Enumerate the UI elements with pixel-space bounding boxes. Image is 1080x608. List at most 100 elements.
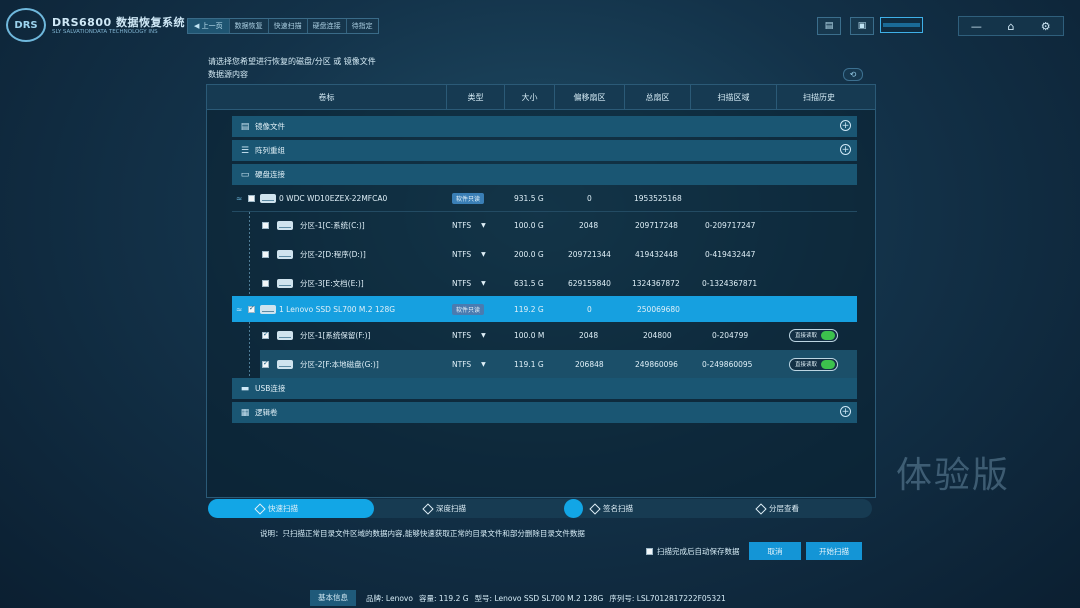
partition-row[interactable]: 分区-1[C:系统(C:)] NTFS ▼ 100.0 G 2048 209717… xyxy=(232,212,857,238)
breadcrumb-item[interactable]: 数据恢复 xyxy=(228,19,268,33)
status-bar: 基本信息 品牌: Lenovo 容量: 119.2 G 型号: Lenovo S… xyxy=(310,590,732,606)
disk-offset: 0 xyxy=(587,304,592,314)
expand-icon[interactable]: + xyxy=(840,144,851,155)
status-tag[interactable]: 基本信息 xyxy=(310,590,356,606)
disk-row-selected[interactable]: ≈ 1 Lenovo SSD SL700 M.2 128G 软件只读 119.2… xyxy=(232,296,857,322)
partition-range: 0-209717247 xyxy=(705,220,756,230)
breadcrumb: ◀ 上一页 数据恢复 快速扫描 硬盘连接 待指定 xyxy=(187,18,379,34)
partition-name: 分区-2[D:程序(D:)] xyxy=(300,249,366,259)
scan-mode-quick[interactable]: 快速扫描 xyxy=(254,499,298,518)
partition-total: 209717248 xyxy=(635,220,678,230)
partition-size: 119.1 G xyxy=(514,359,544,369)
trial-watermark: 体验版 xyxy=(896,455,1011,496)
disk-size: 931.5 G xyxy=(514,194,544,203)
status-capacity: 容量: 119.2 G xyxy=(418,593,469,603)
progress-indicator xyxy=(880,17,923,33)
minimize-icon[interactable]: — xyxy=(959,17,994,35)
scan-description: 说明：只扫描正常目录文件区域的数据内容,能够快速获取正常的目录文件和部分删除目录… xyxy=(260,529,585,538)
fs-select[interactable]: NTFS ▼ xyxy=(452,241,486,267)
partition-offset: 2048 xyxy=(579,330,599,340)
slider-knob[interactable] xyxy=(564,499,583,518)
partition-total: 249860096 xyxy=(635,359,678,369)
breadcrumb-item[interactable]: 硬盘连接 xyxy=(306,19,346,33)
partition-offset: 2048 xyxy=(579,220,599,230)
direct-read-toggle[interactable]: 直接读取 xyxy=(789,328,839,342)
partition-row[interactable]: 分区-3[E:文档(E:)] NTFS ▼ 631.5 G 629155840 1… xyxy=(232,270,857,296)
breadcrumb-item[interactable]: 快速扫描 xyxy=(267,19,307,33)
col-history: 扫描历史 xyxy=(803,92,835,102)
partition-checkbox[interactable] xyxy=(262,330,269,339)
prompt-text: 请选择您希望进行恢复的磁盘/分区 或 镜像文件 xyxy=(208,57,376,66)
partition-name: 分区-1[系统保留(F:)] xyxy=(300,330,371,340)
autosave-checkbox[interactable] xyxy=(646,548,653,555)
group-usb[interactable]: ▬ USB连接 xyxy=(232,378,857,399)
partition-total: 419432448 xyxy=(635,249,678,259)
app-subtitle: SLY SALVATIONDATA TECHNOLOGY INS xyxy=(52,29,158,35)
expand-icon[interactable]: + xyxy=(840,406,851,417)
gear-icon[interactable]: ⚙ xyxy=(1028,17,1063,35)
disk-total: 1953525168 xyxy=(634,194,682,203)
partition-offset: 629155840 xyxy=(568,278,611,288)
group-disk[interactable]: ▭ 硬盘连接 xyxy=(232,164,857,185)
briefcase-icon[interactable]: ▣ xyxy=(850,17,874,35)
home-icon[interactable]: ⌂ xyxy=(994,17,1029,35)
collapse-icon[interactable]: ≈ xyxy=(236,186,242,211)
disk-row[interactable]: ≈ 0 WDC WD10EZEX-22MFCA0 软件只读 931.5 G 0 … xyxy=(232,186,857,212)
disk-icon xyxy=(260,304,276,314)
partition-range: 0-419432447 xyxy=(705,249,756,259)
col-offset: 偏移扇区 xyxy=(555,85,625,109)
readonly-badge: 软件只读 xyxy=(452,303,485,315)
fs-select[interactable]: NTFS ▼ xyxy=(452,270,486,296)
partition-checkbox[interactable] xyxy=(262,279,269,287)
window-controls: — ⌂ ⚙ xyxy=(958,16,1064,36)
group-logical[interactable]: ▦ 逻辑卷 + xyxy=(232,402,857,423)
app-logo: DRS xyxy=(6,8,46,42)
disk-checkbox[interactable] xyxy=(248,195,255,202)
partition-name: 分区-2[F:本地磁盘(G:)] xyxy=(300,359,379,369)
back-button[interactable]: ◀ 上一页 xyxy=(188,19,229,33)
column-header: 卷标 类型 大小 偏移扇区 总扇区 扫描区域 扫描历史 xyxy=(207,85,875,110)
col-range: 扫描区域 xyxy=(691,85,777,109)
group-raid[interactable]: ☰ 阵列重组 + xyxy=(232,140,857,161)
disk-checkbox[interactable] xyxy=(248,304,255,313)
col-total: 总扇区 xyxy=(625,85,691,109)
col-label: 卷标 xyxy=(207,85,447,109)
partition-row[interactable]: 分区-2[D:程序(D:)] NTFS ▼ 200.0 G 209721344 4… xyxy=(232,241,857,267)
expand-icon[interactable]: + xyxy=(840,120,851,131)
cancel-button[interactable]: 取消 xyxy=(749,542,801,560)
scan-mode-deep[interactable]: 深度扫描 xyxy=(422,499,466,518)
app-title: DRS6800 数据恢复系统 xyxy=(52,16,185,29)
partition-name: 分区-3[E:文档(E:)] xyxy=(300,278,364,288)
autosave-option[interactable]: 扫描完成后自动保存数据 xyxy=(646,546,740,557)
fs-select[interactable]: NTFS ▼ xyxy=(452,212,486,238)
group-image[interactable]: ▤ 镜像文件 + xyxy=(232,116,857,137)
partition-icon xyxy=(277,359,293,369)
scan-mode-signature[interactable]: 签名扫描 xyxy=(589,499,633,518)
scan-mode-layered[interactable]: 分层查看 xyxy=(755,499,799,518)
partition-range: 0-249860095 xyxy=(702,359,753,369)
partition-total: 204800 xyxy=(643,330,672,340)
partition-checkbox[interactable] xyxy=(262,221,269,229)
start-scan-button[interactable]: 开始扫描 xyxy=(806,542,862,560)
partition-row-selected[interactable]: 分区-2[F:本地磁盘(G:)] NTFS▼ 119.1 G 206848 24… xyxy=(260,350,857,378)
partition-name: 分区-1[C:系统(C:)] xyxy=(300,220,365,230)
partition-icon xyxy=(277,249,293,259)
partition-checkbox[interactable] xyxy=(262,359,269,368)
partition-checkbox[interactable] xyxy=(262,250,269,258)
partition-offset: 209721344 xyxy=(568,249,611,259)
partition-row[interactable]: 分区-1[系统保留(F:)] NTFS▼ 100.0 M 2048 204800… xyxy=(232,322,857,348)
disk-total: 250069680 xyxy=(637,304,680,314)
partition-size: 100.0 G xyxy=(514,220,544,230)
partition-total: 1324367872 xyxy=(632,278,680,288)
usb-icon: ▬ xyxy=(240,383,250,394)
logical-volume-icon: ▦ xyxy=(240,407,250,418)
hdd-icon: ▭ xyxy=(240,169,250,180)
source-label: 数据源内容 xyxy=(208,70,248,79)
report-icon[interactable]: ▤ xyxy=(817,17,841,35)
refresh-icon[interactable]: ⟲ xyxy=(843,68,863,81)
fs-select[interactable]: NTFS ▼ xyxy=(452,350,486,378)
collapse-icon[interactable]: ≈ xyxy=(236,296,242,322)
fs-select[interactable]: NTFS ▼ xyxy=(452,322,486,348)
partition-icon xyxy=(277,220,293,230)
direct-read-toggle[interactable]: 直接读取 xyxy=(789,357,839,371)
